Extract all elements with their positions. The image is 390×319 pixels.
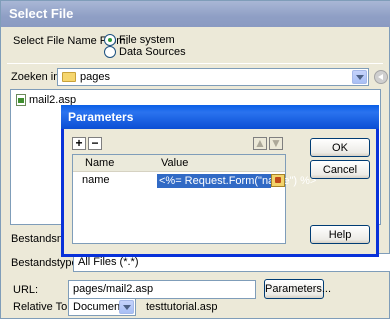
remove-parameter-button[interactable]: − bbox=[88, 137, 102, 150]
help-button[interactable]: Help bbox=[310, 225, 370, 244]
url-label: URL: bbox=[13, 284, 39, 296]
relative-to-select[interactable]: Document bbox=[68, 298, 136, 316]
move-down-icon[interactable]: ▼ bbox=[269, 137, 283, 150]
window-title: Select File bbox=[1, 1, 390, 27]
param-name[interactable]: name bbox=[82, 174, 110, 186]
parameters-grid[interactable]: Name Value name <%= Request.Form("name")… bbox=[72, 154, 316, 244]
relative-file: testtutorial.asp bbox=[146, 301, 218, 313]
look-in-dropdown-icon[interactable] bbox=[352, 70, 367, 84]
back-icon[interactable] bbox=[374, 70, 388, 84]
radio-file-system[interactable] bbox=[104, 34, 116, 46]
look-in-label: Zoeken in: bbox=[11, 71, 63, 83]
separator bbox=[7, 63, 383, 64]
asp-file-icon bbox=[16, 94, 26, 106]
grid-header: Name Value bbox=[73, 155, 285, 172]
param-value[interactable]: <%= Request.Form("name") %> bbox=[157, 174, 316, 188]
parameters-title: Parameters bbox=[61, 105, 379, 129]
relative-dropdown-icon[interactable] bbox=[119, 300, 134, 314]
url-value: pages/mail2.asp bbox=[73, 283, 154, 295]
ok-button[interactable]: OK bbox=[310, 138, 370, 157]
look-in-combo[interactable]: pages bbox=[57, 68, 369, 86]
parameters-dialog: Parameters + − ▲ ▼ Name Value name <%= R… bbox=[61, 105, 379, 257]
radio-data-sources[interactable] bbox=[104, 46, 116, 58]
look-in-value: pages bbox=[80, 71, 110, 83]
parameters-button[interactable]: Parameters... bbox=[264, 279, 331, 299]
column-value: Value bbox=[161, 157, 189, 169]
filetype-value: All Files (*.*) bbox=[78, 256, 139, 268]
move-up-icon[interactable]: ▲ bbox=[253, 137, 267, 150]
dynamic-data-icon[interactable] bbox=[271, 174, 285, 187]
radio-data-sources-label[interactable]: Data Sources bbox=[119, 46, 186, 58]
cancel-button[interactable]: Cancel bbox=[310, 160, 370, 179]
add-parameter-button[interactable]: + bbox=[72, 137, 86, 150]
folder-icon bbox=[62, 72, 76, 82]
relative-to-value: Document bbox=[73, 301, 124, 313]
column-name: Name bbox=[85, 157, 115, 169]
url-input[interactable]: pages/mail2.asp bbox=[68, 280, 256, 299]
radio-file-system-label[interactable]: File system bbox=[119, 34, 175, 46]
table-row[interactable]: name <%= Request.Form("name") %> bbox=[73, 173, 316, 189]
relative-to-label: Relative To: bbox=[13, 301, 71, 313]
